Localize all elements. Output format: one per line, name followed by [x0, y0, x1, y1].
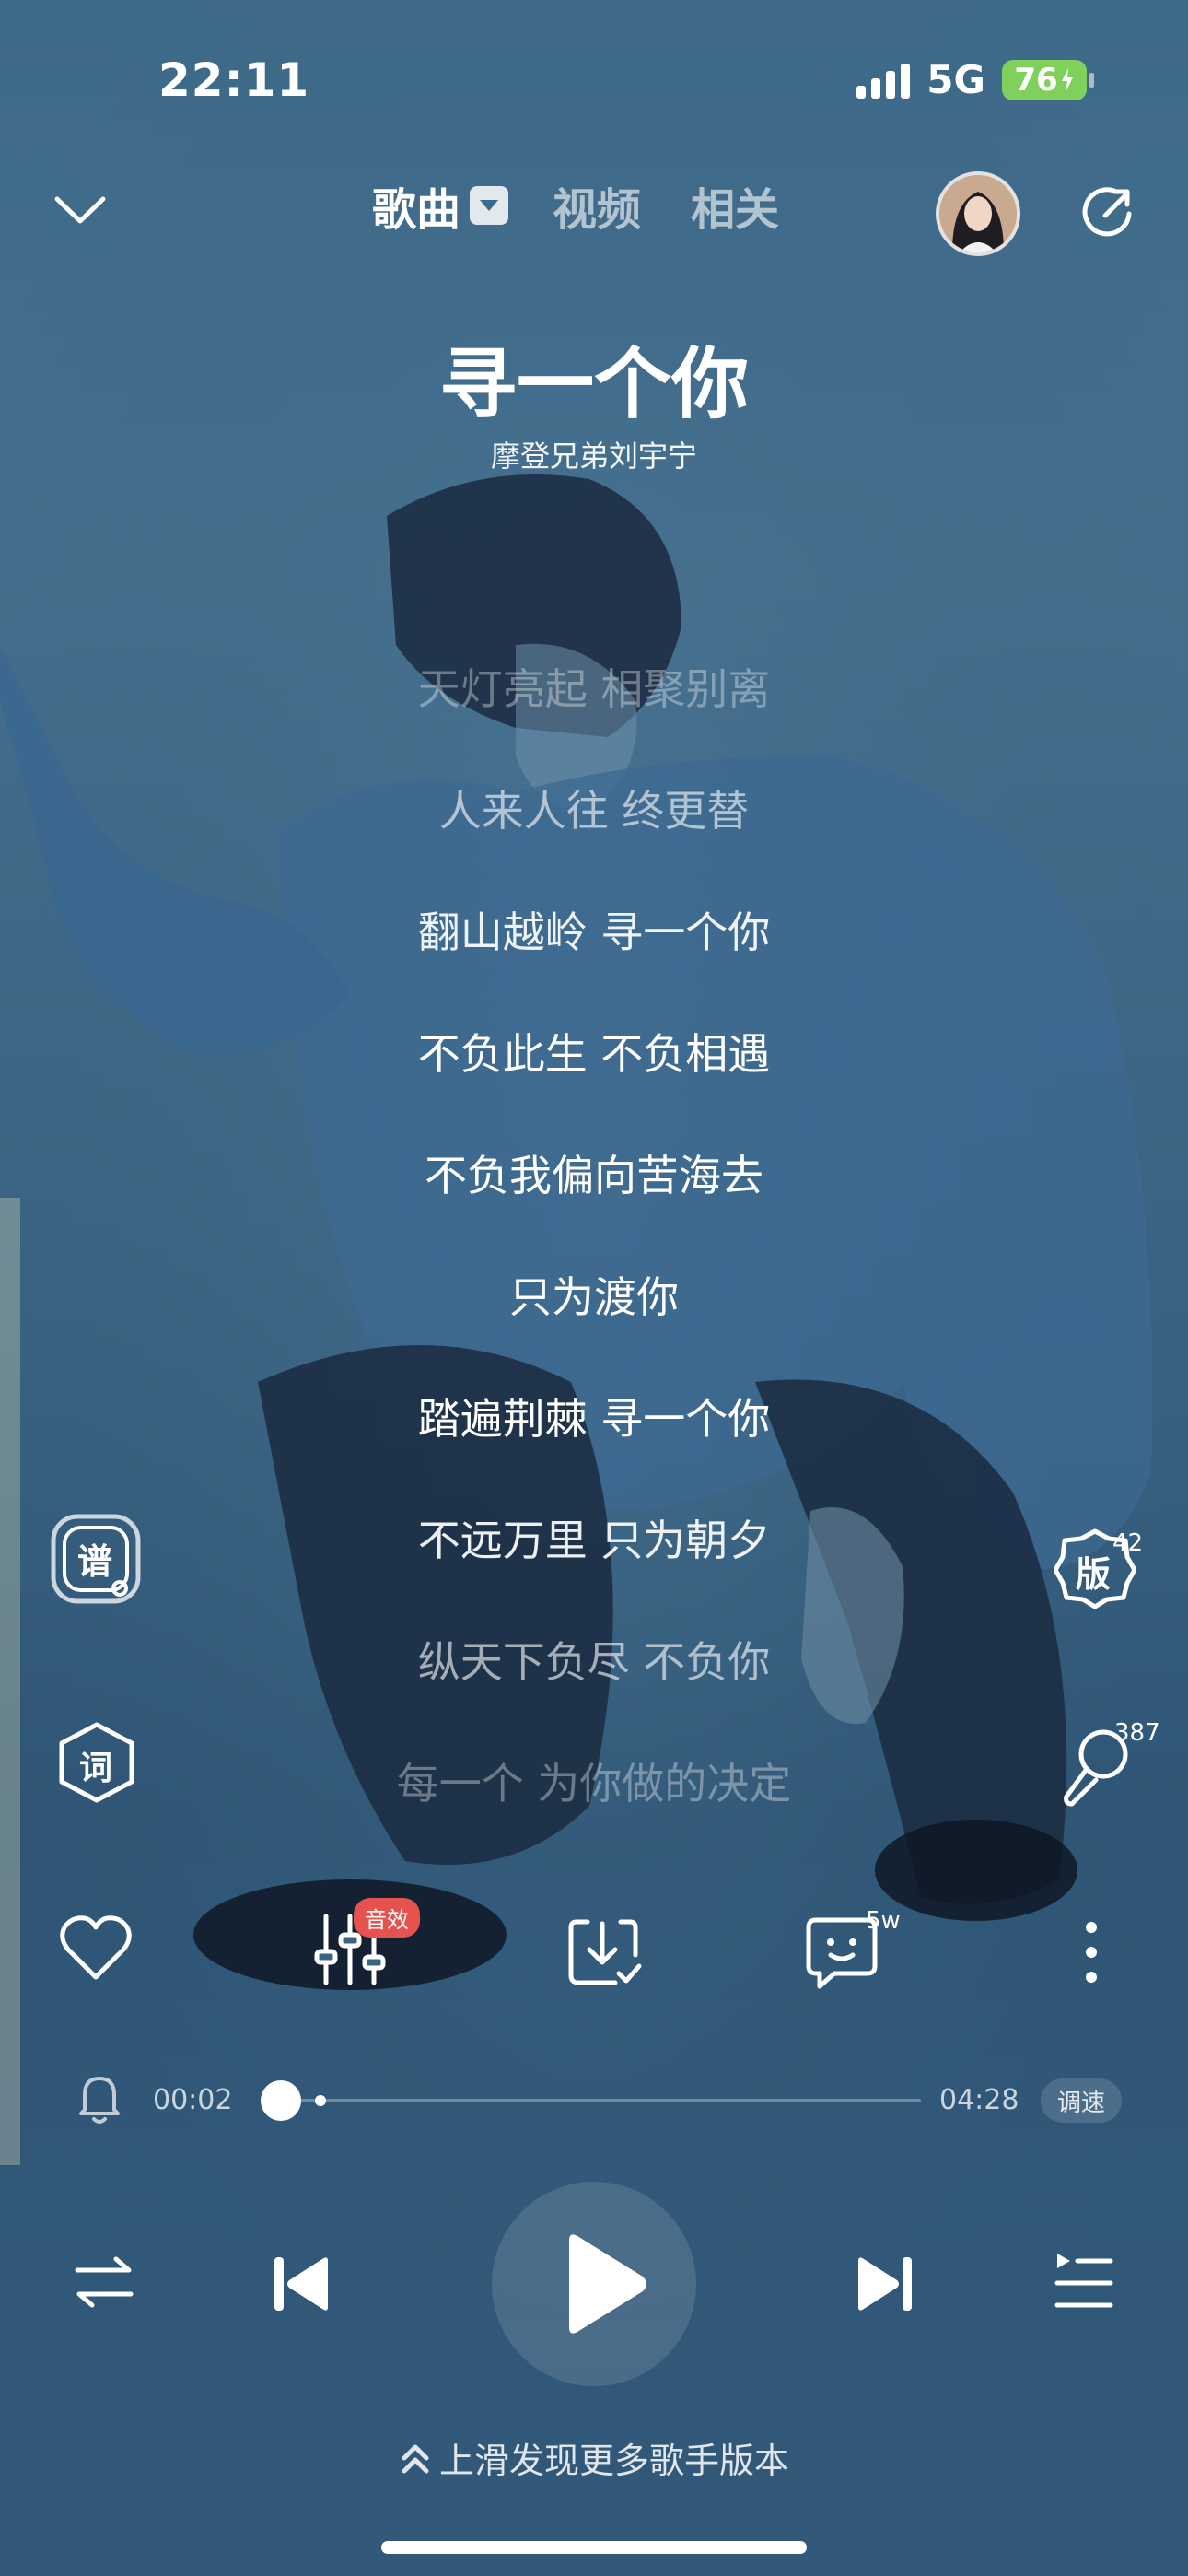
network-type: 5G: [926, 57, 985, 102]
share-button[interactable]: [1077, 182, 1138, 247]
song-title: 寻一个你: [438, 339, 749, 429]
avatar-image: [939, 175, 1017, 252]
progress-thumb[interactable]: [261, 2080, 302, 2121]
side-comments-count: 387: [1114, 1719, 1160, 1747]
battery-icon: 76: [1002, 59, 1094, 100]
lyric-line: 踏遍荆棘 寻一个你: [417, 1394, 771, 1444]
previous-button[interactable]: [271, 2254, 332, 2314]
status-time: 22:11: [158, 53, 310, 107]
swipe-up-hint[interactable]: 上滑发现更多歌手版本: [0, 2432, 1188, 2483]
tab-related[interactable]: 相关: [691, 173, 779, 238]
tab-dropdown-button[interactable]: [470, 186, 509, 225]
bell-icon: [79, 2077, 120, 2124]
play-button[interactable]: [492, 2182, 696, 2386]
tab-videos[interactable]: 视频: [553, 173, 641, 238]
caret-down-icon: [480, 200, 499, 211]
status-indicators: 5G 76: [856, 57, 1094, 102]
versions-label: 版: [1076, 1554, 1112, 1595]
progress-track[interactable]: [274, 2095, 921, 2106]
lyric-line: 翻山越岭 寻一个你: [417, 907, 771, 957]
next-button[interactable]: [855, 2254, 915, 2314]
more-vertical-icon: [1086, 1922, 1097, 1983]
progress-marker: [315, 2095, 326, 2106]
top-tabs: 歌曲 视频 相关: [372, 173, 779, 238]
lyric-line: 纵天下负尽 不负你: [417, 1637, 771, 1687]
double-chevron-up-icon: [402, 2444, 429, 2474]
lyric-line: 不负此生 不负相遇: [417, 1029, 771, 1079]
play-icon: [569, 2234, 646, 2334]
next-icon: [858, 2257, 912, 2311]
tab-songs[interactable]: 歌曲: [372, 173, 460, 238]
like-button[interactable]: [59, 1914, 133, 1983]
collapse-button[interactable]: [52, 192, 109, 232]
lyrics-button[interactable]: 词: [55, 1721, 138, 1804]
share-icon: [1082, 187, 1132, 237]
previous-icon: [274, 2257, 328, 2311]
comment-count: 5w: [866, 1907, 901, 1935]
sheet-music-button[interactable]: 谱: [48, 1511, 144, 1607]
download-icon: [568, 1919, 642, 1985]
lyric-line: 不远万里 只为朝夕: [417, 1516, 771, 1565]
swipe-up-hint-text: 上滑发现更多歌手版本: [438, 2441, 789, 2481]
player-screen: 22:11 5G 76 歌曲 视频 相关 寻一个你 摩登兄弟刘宇宁 天灯亮起 相…: [0, 0, 1188, 2576]
lyric-line: 人来人往 终更替: [438, 786, 750, 836]
home-indicator[interactable]: [381, 2541, 807, 2554]
lyric-line: 只为渡你: [509, 1272, 679, 1322]
singer-avatar[interactable]: [936, 171, 1020, 256]
alarm-button[interactable]: [77, 2073, 122, 2125]
lyric-line: 每一个 为你做的决定: [396, 1759, 792, 1809]
heart-icon: [60, 1915, 132, 1980]
signal-icon: [856, 62, 911, 99]
song-artist[interactable]: 摩登兄弟刘宇宁: [0, 433, 1188, 475]
battery-level: 76: [1014, 61, 1058, 99]
sound-effect-badge: 音效: [354, 1898, 420, 1938]
total-time: 04:28: [939, 2084, 1019, 2116]
playlist-icon: [1054, 2254, 1113, 2308]
lyric-line: 不负我偏向苦海去: [425, 1151, 763, 1200]
lyric-line: 天灯亮起 相聚别离: [417, 664, 771, 714]
lyrics-label: 词: [79, 1750, 113, 1787]
repeat-icon: [75, 2256, 134, 2308]
more-button[interactable]: [1077, 1920, 1105, 1985]
playlist-button[interactable]: [1054, 2250, 1114, 2314]
speed-button[interactable]: 调速: [1041, 2078, 1122, 2123]
current-time: 00:02: [153, 2084, 233, 2116]
chevron-down-icon: [54, 196, 106, 224]
play-mode-button[interactable]: [74, 2254, 134, 2311]
sheet-music-label: 谱: [77, 1541, 113, 1582]
download-button[interactable]: [565, 1914, 643, 1988]
versions-count: 42: [1112, 1529, 1144, 1557]
